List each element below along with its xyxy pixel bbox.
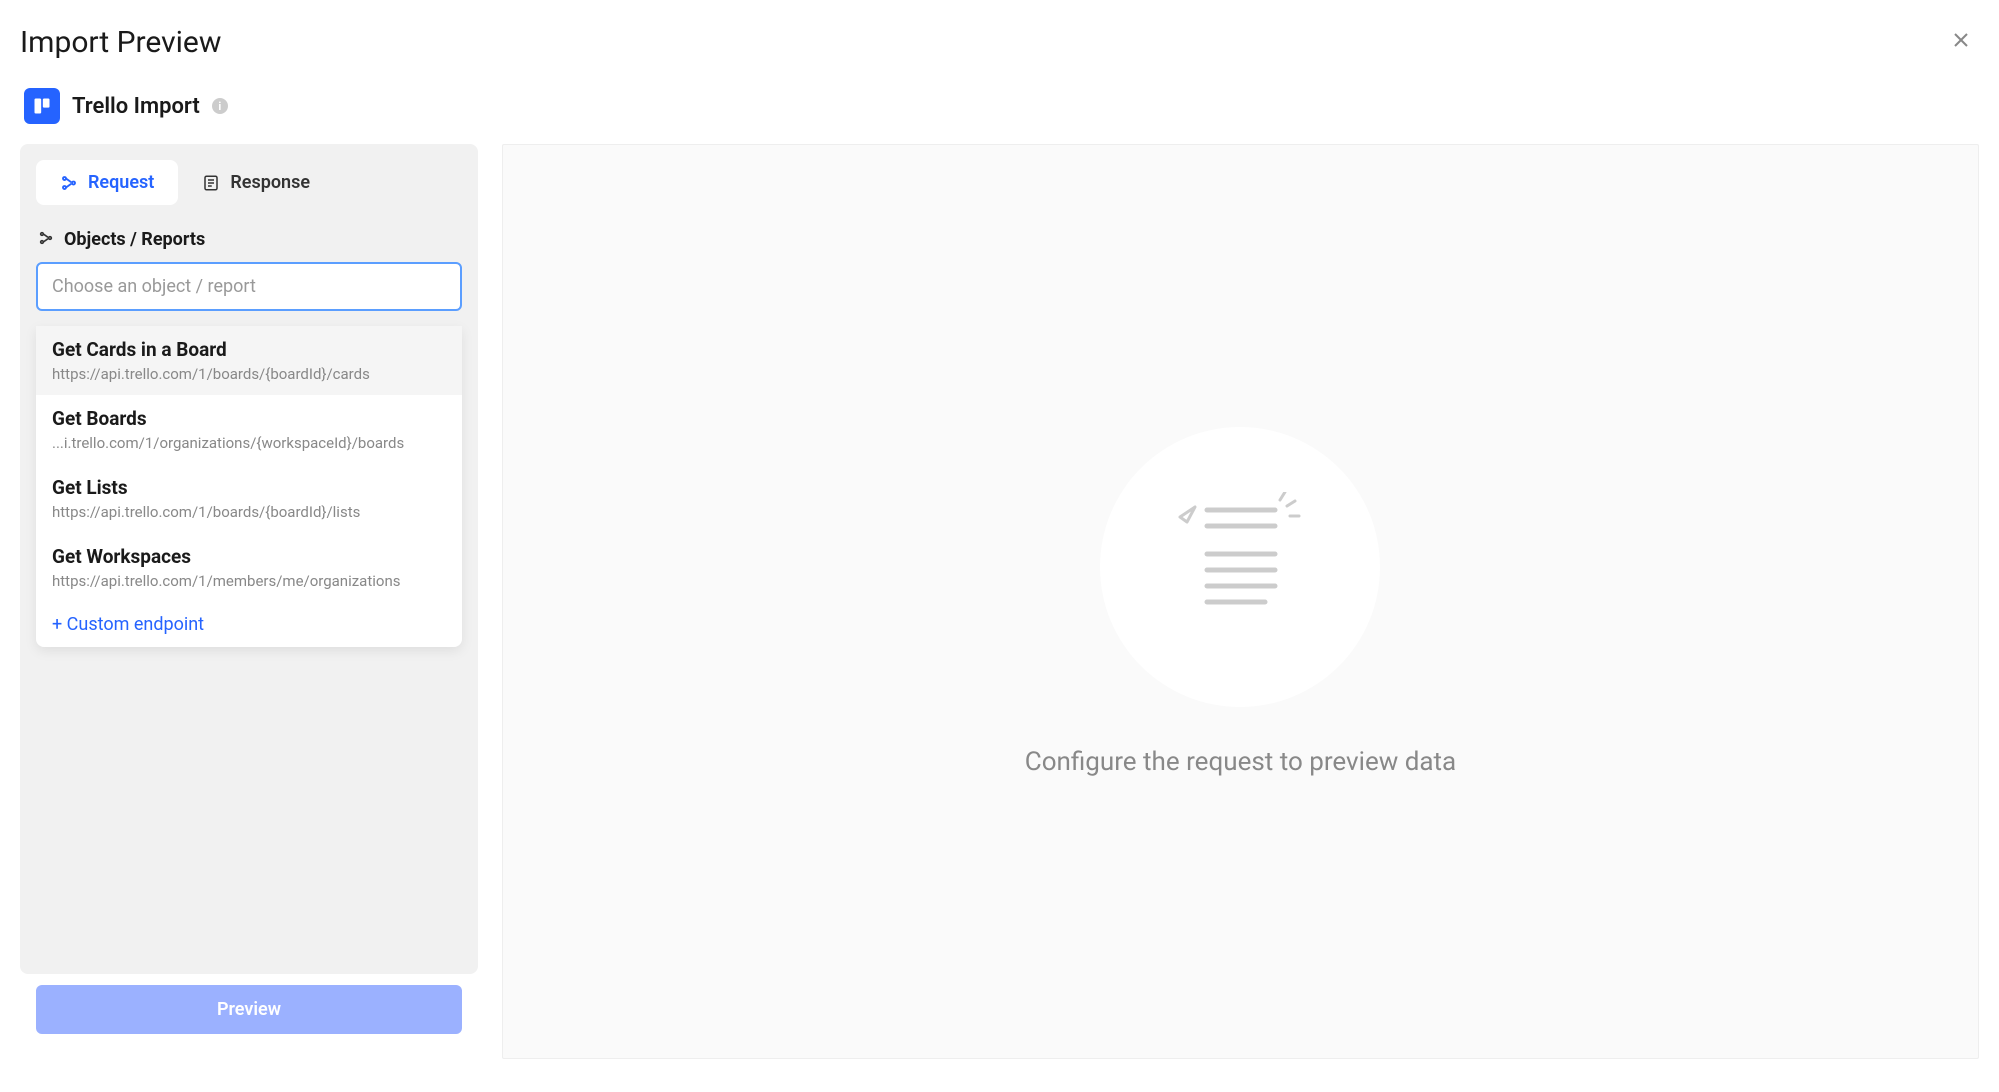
- info-icon[interactable]: i: [212, 98, 228, 114]
- dropdown-item-title: Get Cards in a Board: [52, 338, 446, 361]
- close-icon: [1951, 30, 1971, 50]
- dropdown-item-url: https://api.trello.com/1/boards/{boardId…: [52, 365, 446, 383]
- dropdown-item[interactable]: Get Cards in a Board https://api.trello.…: [36, 326, 462, 395]
- dropdown-item[interactable]: Get Boards ...i.trello.com/1/organizatio…: [36, 395, 462, 464]
- empty-state: Configure the request to preview data: [1025, 427, 1456, 777]
- empty-state-message: Configure the request to preview data: [1025, 747, 1456, 777]
- dropdown-item[interactable]: Get Workspaces https://api.trello.com/1/…: [36, 533, 462, 602]
- page-title: Import Preview: [20, 25, 221, 60]
- preview-area: Configure the request to preview data: [502, 144, 1979, 1059]
- dropdown-item[interactable]: Get Lists https://api.trello.com/1/board…: [36, 464, 462, 533]
- dropdown-item-title: Get Boards: [52, 407, 446, 430]
- tab-response-label: Response: [230, 172, 310, 193]
- dropdown: Get Cards in a Board https://api.trello.…: [36, 326, 462, 647]
- objects-icon: [38, 230, 54, 250]
- dropdown-item-url: https://api.trello.com/1/members/me/orga…: [52, 572, 446, 590]
- section-header: Objects / Reports: [36, 229, 462, 250]
- response-icon: [202, 174, 220, 192]
- custom-endpoint-link[interactable]: + Custom endpoint: [36, 602, 462, 647]
- dropdown-item-url: https://api.trello.com/1/boards/{boardId…: [52, 503, 446, 521]
- import-subheader: Trello Import i: [20, 88, 1979, 124]
- dropdown-item-title: Get Workspaces: [52, 545, 446, 568]
- preview-button[interactable]: Preview: [36, 985, 462, 1034]
- dropdown-item-url: ...i.trello.com/1/organizations/{workspa…: [52, 434, 446, 452]
- import-name: Trello Import: [72, 94, 200, 119]
- tab-request[interactable]: Request: [36, 160, 178, 205]
- request-icon: [60, 174, 78, 192]
- object-input[interactable]: [36, 262, 462, 311]
- tab-response[interactable]: Response: [178, 160, 334, 205]
- tabs: Request Response: [36, 160, 462, 205]
- close-button[interactable]: [1943, 20, 1979, 64]
- trello-icon: [24, 88, 60, 124]
- sidebar: Request Response: [20, 144, 478, 974]
- section-label: Objects / Reports: [64, 229, 205, 250]
- tab-request-label: Request: [88, 172, 154, 193]
- dropdown-item-title: Get Lists: [52, 476, 446, 499]
- empty-state-icon: [1100, 427, 1380, 707]
